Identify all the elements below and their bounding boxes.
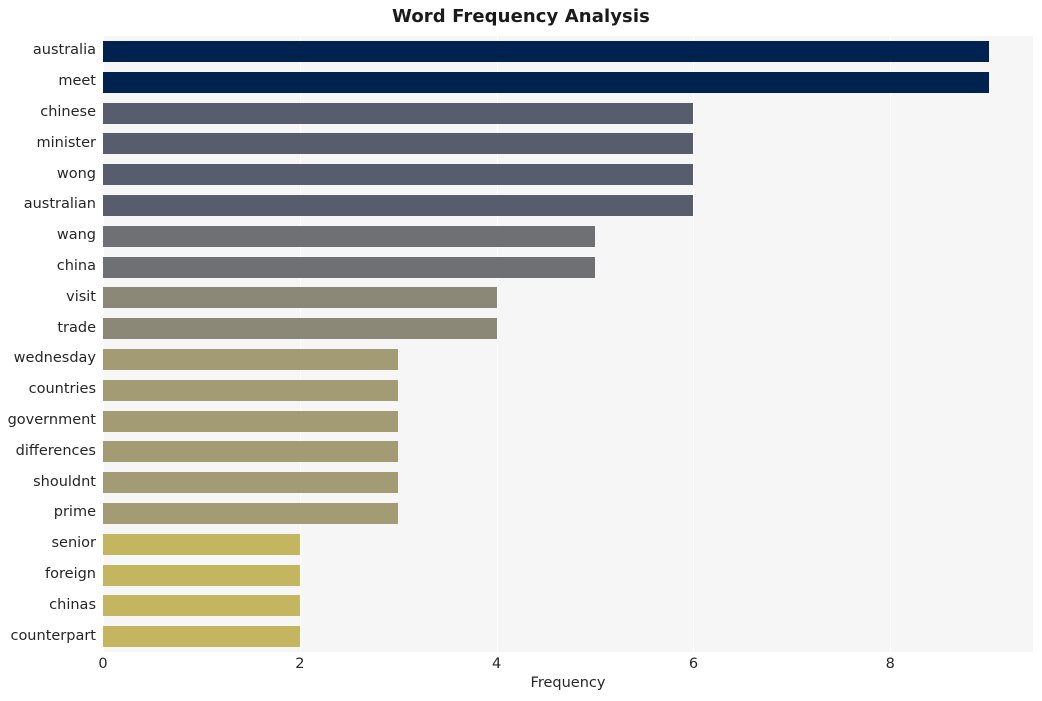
y-tick-label-trade: trade [57, 319, 96, 336]
y-tick-label-wednesday: wednesday [13, 350, 96, 367]
y-tick-label-shouldnt: shouldnt [33, 473, 96, 490]
y-tick-label-australia: australia [32, 42, 96, 59]
y-tick-label-prime: prime [53, 504, 96, 521]
y-tick-label-china: china [56, 258, 96, 274]
y-tick-label-foreign: foreign [45, 566, 96, 582]
x-axis-title: Frequency [530, 675, 606, 691]
y-tick-label-government: government [7, 412, 96, 428]
y-tick-label-differences: differences [15, 442, 96, 459]
word-frequency-chart-figure: Word Frequency Analysis australia meet chi… [0, 0, 1042, 701]
y-tick-label-australian: australian [23, 196, 96, 213]
y-tick-label-wang: wang [56, 227, 96, 244]
x-tick-label-4: 4 [492, 656, 502, 672]
y-tick-label-senior: senior [51, 535, 96, 552]
y-axis-tick-labels: australia meet chinese minister wong australi… [0, 36, 1042, 652]
y-tick-label-meet: meet [58, 73, 96, 90]
y-tick-label-chinas: chinas [49, 596, 96, 613]
x-tick-label-0: 0 [98, 656, 108, 672]
y-tick-label-minister: minister [36, 134, 97, 151]
y-tick-label-countries: countries [28, 381, 96, 398]
chart-title: Word Frequency Analysis [392, 6, 650, 27]
x-tick-label-2: 2 [295, 656, 305, 672]
y-tick-label-wong: wong [56, 165, 96, 182]
y-tick-label-chinese: chinese [40, 104, 96, 120]
y-tick-label-visit: visit [66, 288, 96, 305]
y-tick-label-counterpart: counterpart [10, 627, 96, 644]
x-tick-label-8: 8 [885, 656, 895, 672]
x-tick-label-6: 6 [688, 656, 699, 672]
